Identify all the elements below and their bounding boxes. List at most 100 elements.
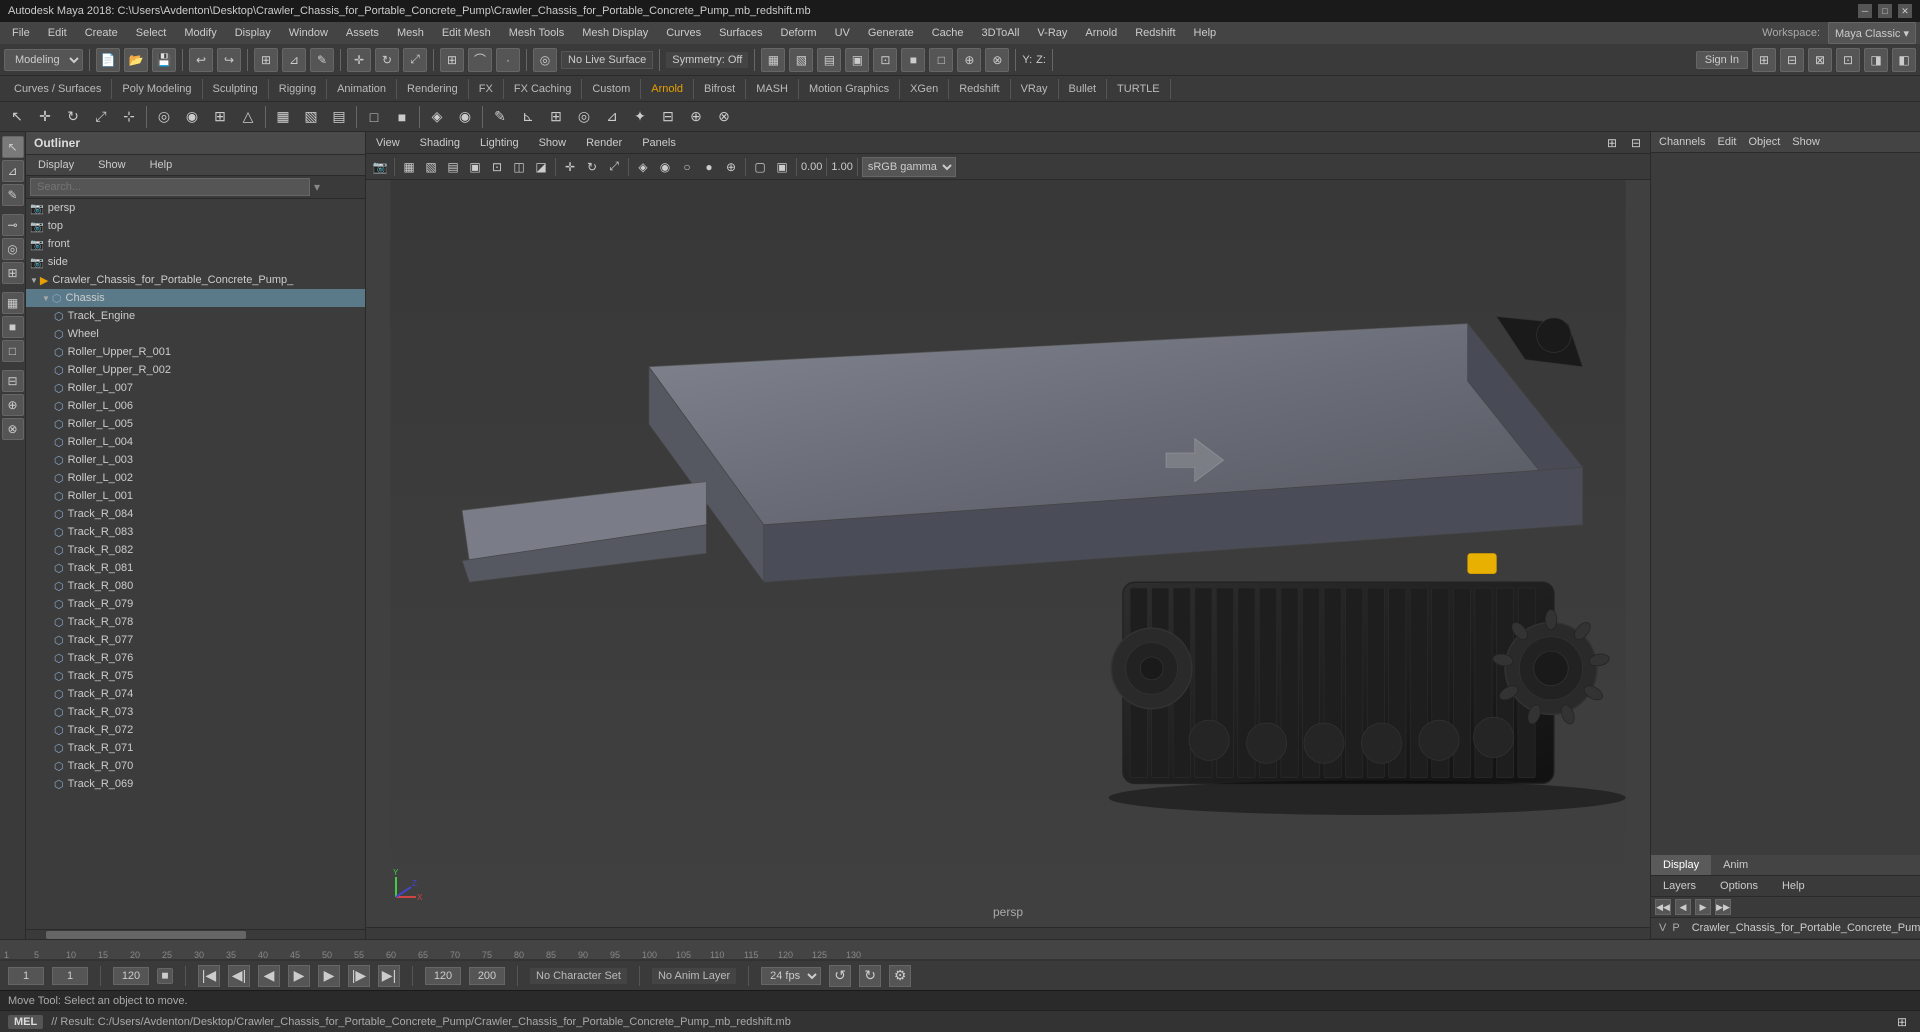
vp-scale-icon[interactable]: ⤢ xyxy=(604,157,624,177)
tab-bifrost[interactable]: Bifrost xyxy=(694,79,746,99)
outliner-item-track-r073[interactable]: ⬡ Track_R_073 xyxy=(26,703,365,721)
ik-btn[interactable]: ⊿ xyxy=(599,104,625,130)
vp-menu-shading[interactable]: Shading xyxy=(414,135,466,151)
vp-colorspace-dropdown[interactable]: sRGB gamma xyxy=(862,157,956,177)
layer-item[interactable]: V P Crawler_Chassis_for_Portable_Concret… xyxy=(1651,918,1920,939)
render-tool3[interactable]: □ xyxy=(2,340,24,362)
vp-menu-view[interactable]: View xyxy=(370,135,406,151)
outliner-menu-show[interactable]: Show xyxy=(90,157,134,173)
vp-display-icon1[interactable]: ▢ xyxy=(750,157,770,177)
vp-menu-panels[interactable]: Panels xyxy=(636,135,682,151)
live-surface-toggle-btn[interactable]: ◎ xyxy=(533,48,557,72)
outliner-item-track-r072[interactable]: ⬡ Track_R_072 xyxy=(26,721,365,739)
pb-refresh-btn[interactable]: ↺ xyxy=(829,965,851,987)
menu-mesh-display[interactable]: Mesh Display xyxy=(574,25,656,41)
lasso-btn[interactable]: ⊿ xyxy=(282,48,306,72)
wrap-btn[interactable]: ⊗ xyxy=(711,104,737,130)
vp-menu-render[interactable]: Render xyxy=(580,135,628,151)
show-manip-tool[interactable]: ⊞ xyxy=(2,262,24,284)
tab-vray[interactable]: VRay xyxy=(1011,79,1059,99)
layer-tool3[interactable]: ⊗ xyxy=(2,418,24,440)
pb-play-fwd[interactable]: ▶ xyxy=(288,965,310,987)
channel-box-menu-object[interactable]: Object xyxy=(1748,136,1780,148)
vp-layout-icon2[interactable]: ▧ xyxy=(421,157,441,177)
menu-display[interactable]: Display xyxy=(227,25,279,41)
range-end-input[interactable] xyxy=(113,967,149,985)
fps-dropdown[interactable]: 24 fps 30 fps 25 fps xyxy=(761,967,821,985)
pb-prev[interactable]: ◀ xyxy=(258,965,280,987)
layer-ctrl-btn2[interactable]: ◀ xyxy=(1675,899,1691,915)
soft-sel-btn[interactable]: ◎ xyxy=(151,104,177,130)
outliner-search-input[interactable] xyxy=(30,178,310,196)
outliner-item-roller-upper-r001[interactable]: ⬡ Roller_Upper_R_001 xyxy=(26,343,365,361)
outliner-item-front[interactable]: 📷 front xyxy=(26,235,365,253)
viewport-h-scrollbar[interactable] xyxy=(366,927,1650,939)
tab-rendering[interactable]: Rendering xyxy=(397,79,469,99)
pb-skip-start[interactable]: |◀ xyxy=(198,965,220,987)
save-file-btn[interactable]: 💾 xyxy=(152,48,176,72)
toolbar-right-icon6[interactable]: ◧ xyxy=(1892,48,1916,72)
tab-redshift[interactable]: Redshift xyxy=(949,79,1010,99)
menu-edit-mesh[interactable]: Edit Mesh xyxy=(434,25,499,41)
snap-point-btn[interactable]: · xyxy=(496,48,520,72)
outliner-menu-display[interactable]: Display xyxy=(30,157,82,173)
layer-tool2[interactable]: ⊕ xyxy=(2,394,24,416)
menu-cache[interactable]: Cache xyxy=(924,25,972,41)
universal-tool-btn[interactable]: ⊹ xyxy=(116,104,142,130)
outliner-item-side[interactable]: 📷 side xyxy=(26,253,365,271)
open-file-btn[interactable]: 📂 xyxy=(124,48,148,72)
render-icon7[interactable]: □ xyxy=(929,48,953,72)
move-btn[interactable]: ✛ xyxy=(347,48,371,72)
layout-btn2[interactable]: ▧ xyxy=(298,104,324,130)
menu-arnold[interactable]: Arnold xyxy=(1077,25,1125,41)
rotate-btn[interactable]: ↻ xyxy=(375,48,399,72)
outliner-item-roller-upper-r002[interactable]: ⬡ Roller_Upper_R_002 xyxy=(26,361,365,379)
pb-loop-btn[interactable]: ↻ xyxy=(859,965,881,987)
menu-mesh[interactable]: Mesh xyxy=(389,25,432,41)
undo-btn[interactable]: ↩ xyxy=(189,48,213,72)
render-icon4[interactable]: ▣ xyxy=(845,48,869,72)
menu-create[interactable]: Create xyxy=(77,25,126,41)
blend-btn[interactable]: ⊕ xyxy=(683,104,709,130)
mirror-btn[interactable]: ⊞ xyxy=(207,104,233,130)
display-tab[interactable]: Display xyxy=(1651,855,1711,875)
lattice-btn[interactable]: ⊟ xyxy=(655,104,681,130)
soft-mod-tool[interactable]: ◎ xyxy=(2,238,24,260)
vp-layout-icon1[interactable]: ▦ xyxy=(399,157,419,177)
outliner-item-track-r071[interactable]: ⬡ Track_R_071 xyxy=(26,739,365,757)
outliner-item-wheel[interactable]: ⬡ Wheel xyxy=(26,325,365,343)
move-tool-btn[interactable]: ✛ xyxy=(32,104,58,130)
component-btn[interactable]: △ xyxy=(235,104,261,130)
scale-btn[interactable]: ⤢ xyxy=(403,48,427,72)
vp-move-icon[interactable]: ✛ xyxy=(560,157,580,177)
outliner-item-track-r083[interactable]: ⬡ Track_R_083 xyxy=(26,523,365,541)
outliner-item-top[interactable]: 📷 top xyxy=(26,217,365,235)
sculpt-btn[interactable]: ⊾ xyxy=(515,104,541,130)
viewport-canvas[interactable]: persp X Y Z xyxy=(366,180,1650,927)
search-dropdown-btn[interactable]: ▾ xyxy=(314,180,320,194)
outliner-item-track-r070[interactable]: ⬡ Track_R_070 xyxy=(26,757,365,775)
outliner-item-roller-l004[interactable]: ⬡ Roller_L_004 xyxy=(26,433,365,451)
vp-shading-icon1[interactable]: ◈ xyxy=(633,157,653,177)
close-btn[interactable]: ✕ xyxy=(1898,4,1912,18)
tab-xgen[interactable]: XGen xyxy=(900,79,949,99)
select-tool[interactable]: ↖ xyxy=(2,136,24,158)
tab-turtle[interactable]: TURTLE xyxy=(1107,79,1171,99)
layers-menu-options[interactable]: Options xyxy=(1712,878,1766,894)
range-end-toggle[interactable]: ◼ xyxy=(157,968,173,984)
channel-box-menu-show[interactable]: Show xyxy=(1792,136,1820,148)
outliner-item-roller-l002[interactable]: ⬡ Roller_L_002 xyxy=(26,469,365,487)
current-frame-input[interactable] xyxy=(8,967,44,985)
outliner-item-track-r077[interactable]: ⬡ Track_R_077 xyxy=(26,631,365,649)
vp-shading-icon2[interactable]: ◉ xyxy=(655,157,675,177)
redo-btn[interactable]: ↪ xyxy=(217,48,241,72)
rotate-tool-btn[interactable]: ↻ xyxy=(60,104,86,130)
vp-layout-icon6[interactable]: ◫ xyxy=(509,157,529,177)
vp-menu-lighting[interactable]: Lighting xyxy=(474,135,525,151)
outliner-item-persp[interactable]: 📷 persp xyxy=(26,199,365,217)
vp-layout-icon5[interactable]: ⊡ xyxy=(487,157,507,177)
snap-curve-btn[interactable]: ⌒ xyxy=(468,48,492,72)
outliner-item-track-r084[interactable]: ⬡ Track_R_084 xyxy=(26,505,365,523)
layers-menu-help[interactable]: Help xyxy=(1774,878,1813,894)
outliner-item-roller-l005[interactable]: ⬡ Roller_L_005 xyxy=(26,415,365,433)
